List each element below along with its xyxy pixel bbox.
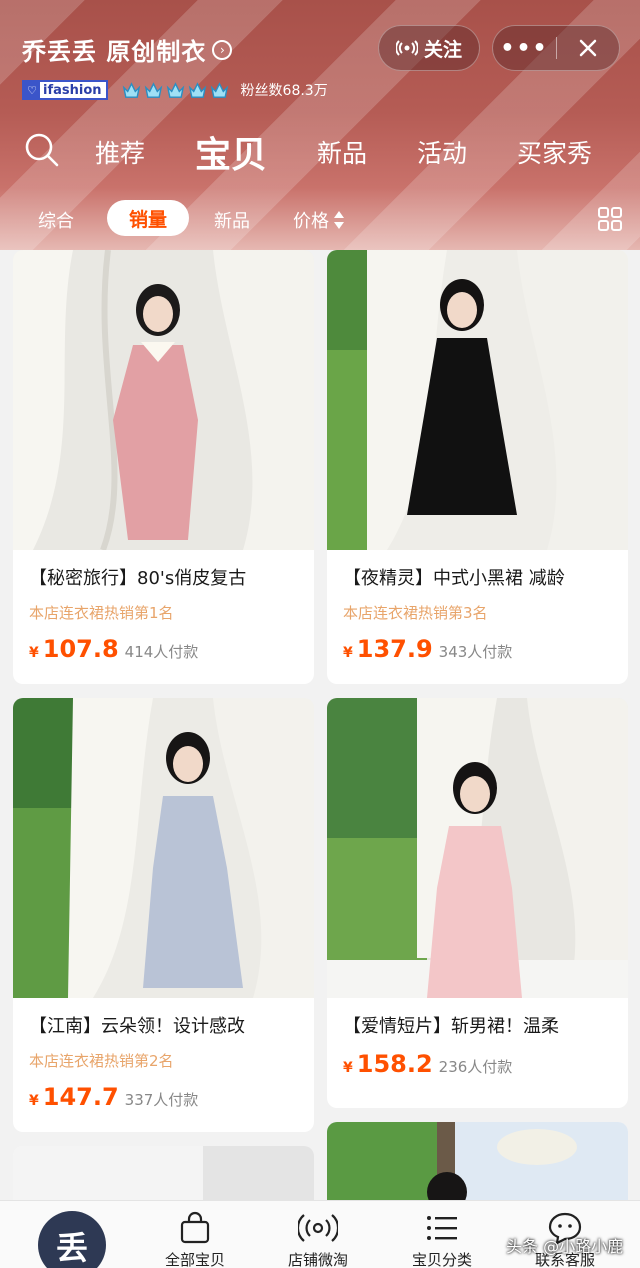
follow-button[interactable]: 关注: [378, 25, 480, 71]
tab-events[interactable]: 活动: [417, 134, 467, 170]
product-card[interactable]: 【爱情短片】斩男裙！温柔 ¥ 158.2 236人付款: [327, 698, 628, 1108]
crown-icon: [188, 81, 206, 98]
all-products-button[interactable]: 全部宝贝: [145, 1211, 245, 1268]
shop-meta-row: ♡ ifashion 粉丝数68.3万: [22, 80, 328, 100]
product-photo: [327, 698, 628, 998]
shop-logo[interactable]: 丢: [38, 1211, 106, 1268]
product-title[interactable]: 【夜精灵】中式小黑裙 减龄: [343, 564, 612, 590]
buyer-count: 236人付款: [438, 1058, 513, 1076]
crown-icon: [122, 81, 140, 98]
buyer-count: 414人付款: [124, 643, 199, 661]
ifashion-badge: ♡ ifashion: [22, 80, 108, 100]
sort-sales[interactable]: 销量: [107, 200, 189, 236]
product-card[interactable]: 【秘密旅行】80's俏皮复古 本店连衣裙热销第1名 ¥ 107.8 414人付款: [13, 250, 314, 684]
chevron-right-icon[interactable]: ›: [212, 39, 233, 60]
crown-icon: [166, 81, 184, 98]
sort-arrows-icon: [334, 211, 344, 229]
product-image[interactable]: [327, 698, 628, 998]
fan-count: 粉丝数68.3万: [240, 83, 328, 99]
tab-buyer-show[interactable]: 买家秀: [517, 134, 592, 170]
product-image[interactable]: [13, 698, 314, 998]
tab-recommend[interactable]: 推荐: [95, 134, 145, 170]
product-image[interactable]: [13, 250, 314, 550]
grid-view-button[interactable]: [597, 206, 623, 236]
sales-rank: 本店连衣裙热销第1名: [29, 604, 174, 622]
product-photo: [13, 250, 314, 550]
crown-icon: [144, 81, 162, 98]
all-products-label: 全部宝贝: [164, 1251, 225, 1268]
product-title[interactable]: 【爱情短片】斩男裙！温柔: [343, 1012, 612, 1038]
ifashion-logo-icon: ♡: [24, 82, 40, 98]
broadcast-icon: [395, 40, 418, 56]
shopping-bag-icon: [180, 1211, 210, 1244]
currency-symbol: ¥: [29, 645, 39, 661]
sales-rank: 本店连衣裙热销第2名: [29, 1052, 174, 1070]
product-photo: [13, 698, 314, 998]
product-price: 158.2: [356, 1050, 433, 1078]
broadcast-icon: [298, 1214, 338, 1242]
product-price: 147.7: [42, 1083, 119, 1111]
shop-feed-button[interactable]: 店铺微淘: [268, 1211, 368, 1268]
search-icon: [25, 133, 59, 167]
product-card[interactable]: 【江南】云朵领！设计感改 本店连衣裙热销第2名 ¥ 147.7 337人付款: [13, 698, 314, 1132]
shop-feed-label: 店铺微淘: [287, 1251, 348, 1268]
sort-price[interactable]: 价格: [293, 207, 345, 233]
buyer-count: 343人付款: [438, 643, 513, 661]
currency-symbol: ¥: [343, 1060, 353, 1076]
tab-new[interactable]: 新品: [317, 134, 367, 170]
product-price: 107.8: [42, 635, 119, 663]
product-title[interactable]: 【秘密旅行】80's俏皮复古: [29, 564, 298, 590]
categories-button[interactable]: 宝贝分类: [392, 1211, 492, 1268]
sort-new[interactable]: 新品: [214, 207, 250, 233]
price-row: ¥ 137.9 343人付款: [343, 635, 612, 663]
more-button[interactable]: •••: [493, 36, 556, 61]
price-row: ¥ 158.2 236人付款: [343, 1050, 612, 1078]
currency-symbol: ¥: [343, 645, 353, 661]
product-photo: [327, 1122, 628, 1212]
close-icon: [579, 39, 597, 57]
crown-icon: [210, 81, 228, 98]
product-card[interactable]: [327, 1122, 628, 1212]
watermark: 头条 @小路小鹿: [506, 1237, 624, 1256]
price-row: ¥ 147.7 337人付款: [29, 1083, 298, 1111]
sort-bar: 综合 销量 新品 价格: [0, 200, 640, 238]
search-button[interactable]: [24, 132, 60, 172]
shop-title-row[interactable]: 乔丢丢 原创制衣 ›: [22, 32, 233, 67]
shop-nav-tabs: 推荐 宝贝 新品 活动 买家秀: [0, 120, 640, 180]
price-row: ¥ 107.8 414人付款: [29, 635, 298, 663]
ifashion-label: ifashion: [43, 82, 102, 98]
shop-level-crowns: [122, 81, 229, 100]
product-price: 137.9: [356, 635, 433, 663]
sales-rank: 本店连衣裙热销第3名: [343, 604, 488, 622]
shop-header: 乔丢丢 原创制衣 › 关注 ••• ♡ ifashion 粉丝数68.3万 推荐…: [0, 0, 640, 250]
sort-overall[interactable]: 综合: [38, 207, 74, 233]
list-icon: [427, 1216, 457, 1240]
product-title[interactable]: 【江南】云朵领！设计感改: [29, 1012, 298, 1038]
product-image[interactable]: [327, 250, 628, 550]
follow-label: 关注: [423, 38, 462, 61]
grid-icon: [598, 207, 622, 231]
categories-label: 宝贝分类: [411, 1251, 472, 1268]
shop-logo-text: 丢: [55, 1229, 88, 1267]
sort-price-label: 价格: [293, 211, 329, 232]
tab-products[interactable]: 宝贝: [195, 126, 267, 178]
shop-name[interactable]: 乔丢丢 原创制衣: [22, 32, 206, 67]
mini-program-capsule: •••: [492, 25, 620, 71]
currency-symbol: ¥: [29, 1093, 39, 1109]
product-card[interactable]: 【夜精灵】中式小黑裙 减龄 本店连衣裙热销第3名 ¥ 137.9 343人付款: [327, 250, 628, 684]
close-button[interactable]: [557, 38, 619, 58]
buyer-count: 337人付款: [124, 1091, 199, 1109]
product-photo: [327, 250, 628, 550]
